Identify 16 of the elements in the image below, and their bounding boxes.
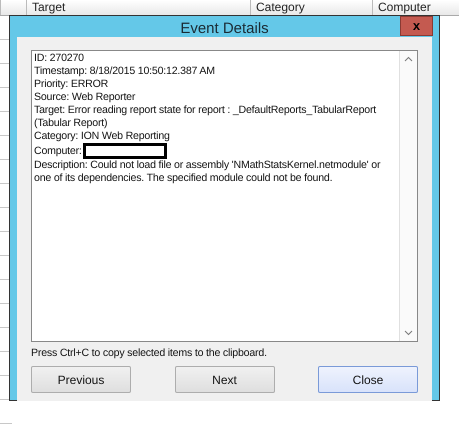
details-text-box[interactable] [31, 50, 418, 342]
detail-line: Description: Could not load file or assembly 'NMathStatsKernel.netmodule' or one of its dependencies. The specified module could not be found. [34, 159, 382, 185]
close-button[interactable]: x [400, 16, 433, 36]
previous-button[interactable]: Previous [31, 366, 131, 393]
detail-line: ID: 270270 [34, 52, 85, 65]
hint-text: Press Ctrl+C to copy selected items to the clipboard. [31, 347, 268, 359]
detail-line: Source: Web Reporter [34, 91, 136, 104]
detail-line: Computer: [34, 144, 82, 157]
window-title: Event Details [180, 20, 269, 37]
detail-line: Priority: ERROR [34, 78, 110, 91]
detail-line: Timestamp: 8/18/2015 10:50:12.387 AM [34, 65, 216, 78]
close-button[interactable]: Close [318, 366, 418, 393]
detail-line: Category: ION Web Reporting [34, 130, 171, 143]
scrollbar[interactable] [399, 51, 417, 341]
detail-line: Target: Error reading report state for report : _DefaultReports_TabularReport (Tabular Report) [34, 104, 378, 130]
next-button[interactable]: Next [174, 366, 274, 393]
